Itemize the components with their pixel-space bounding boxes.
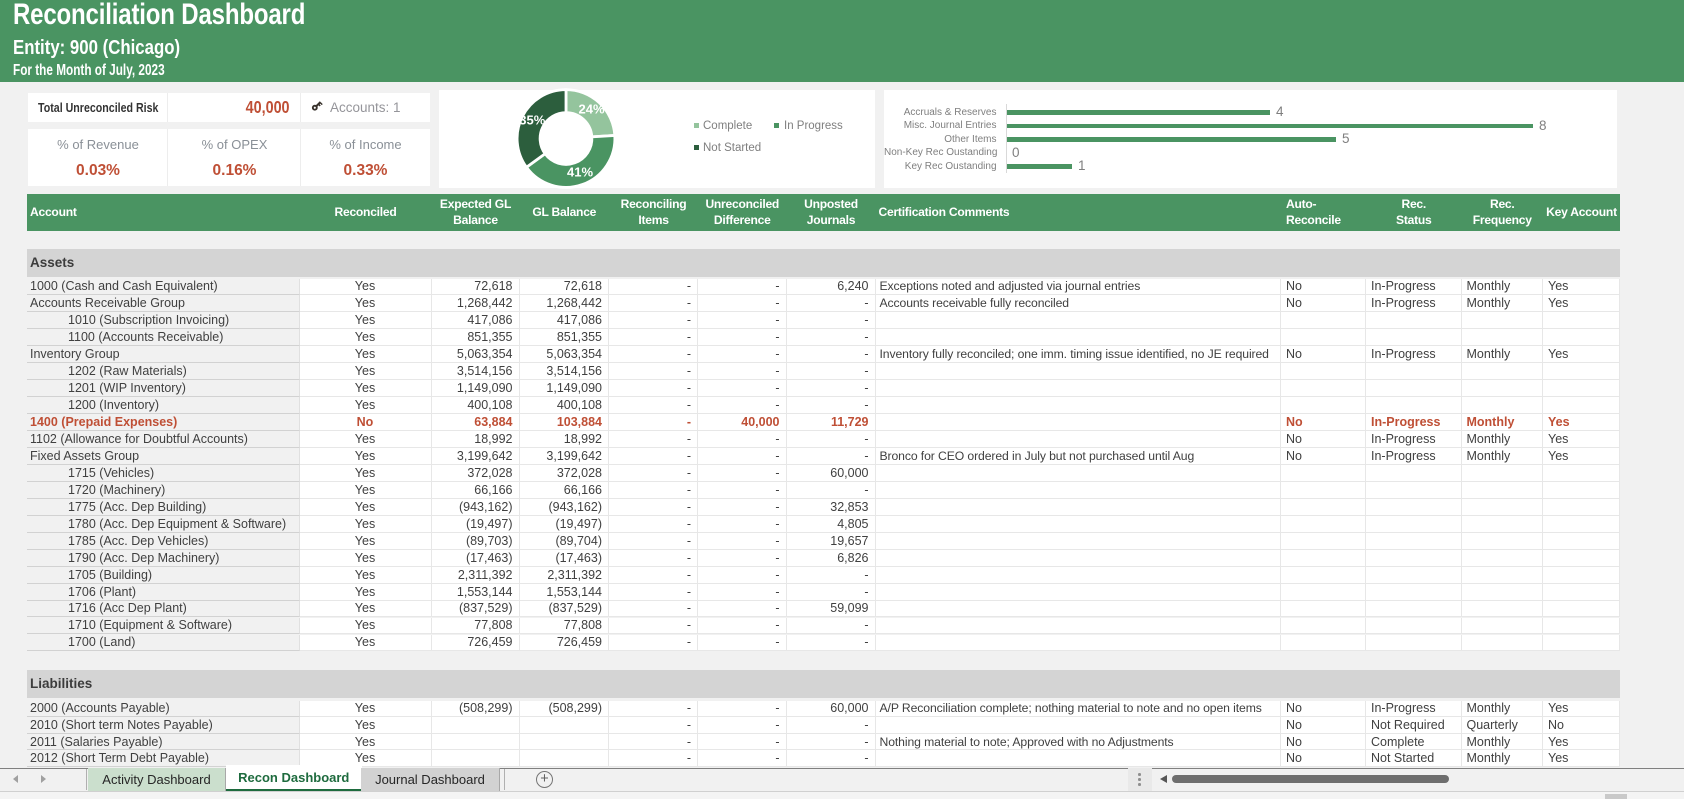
svg-text:35%: 35% bbox=[519, 113, 545, 128]
svg-text:24%: 24% bbox=[578, 102, 604, 117]
svg-text:41%: 41% bbox=[567, 165, 593, 180]
